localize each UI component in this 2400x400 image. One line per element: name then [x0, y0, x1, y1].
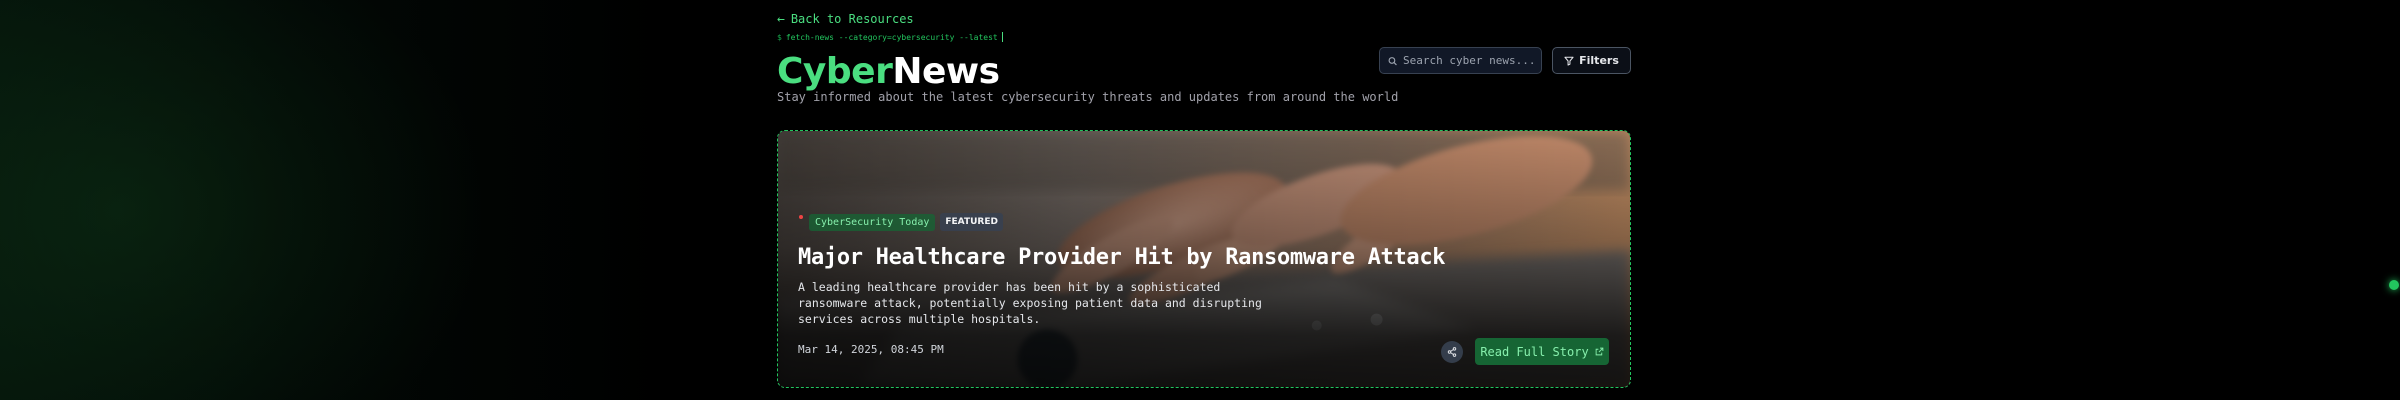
article-title[interactable]: Major Healthcare Provider Hit by Ransomw…	[798, 245, 1446, 270]
back-link-label: Back to Resources	[790, 12, 914, 26]
source-badge: CyberSecurity Today	[809, 213, 936, 231]
arrow-left-icon: ←	[777, 11, 785, 27]
search-input[interactable]	[1403, 54, 1533, 67]
title-news: News	[892, 51, 1000, 92]
article-badges: CyberSecurity Today FEATURED	[798, 213, 1003, 231]
terminal-cursor	[1001, 32, 1003, 42]
read-full-story-button[interactable]: Read Full Story	[1475, 338, 1609, 365]
article-date: Mar 14, 2025, 08:45 PM	[798, 343, 944, 356]
featured-article-card[interactable]: CyberSecurity Today FEATURED Major Healt…	[777, 130, 1631, 388]
share-button[interactable]	[1441, 341, 1463, 363]
search-icon	[1388, 56, 1397, 65]
read-full-story-label: Read Full Story	[1480, 344, 1589, 359]
terminal-prompt: $	[777, 32, 782, 42]
featured-badge: FEATURED	[940, 213, 1003, 231]
status-indicator-dot	[2389, 280, 2399, 290]
page-container: ← Back to Resources $ fetch-news --categ…	[777, 0, 1631, 400]
terminal-command-text: fetch-news --category=cybersecurity --la…	[785, 32, 998, 42]
share-icon	[1447, 347, 1457, 357]
back-to-resources-link[interactable]: ← Back to Resources	[777, 9, 914, 29]
article-summary: A leading healthcare provider has been h…	[798, 280, 1262, 326]
page-title: CyberNews	[777, 50, 1000, 94]
filters-button[interactable]: Filters	[1552, 47, 1631, 74]
terminal-command: $ fetch-news --category=cybersecurity --…	[777, 30, 1003, 44]
external-link-icon	[1595, 347, 1604, 356]
filter-icon	[1564, 56, 1574, 66]
search-box	[1379, 47, 1542, 74]
filters-label: Filters	[1579, 54, 1619, 67]
page-tagline: Stay informed about the latest cybersecu…	[777, 90, 1399, 104]
title-cyber: Cyber	[777, 51, 893, 92]
